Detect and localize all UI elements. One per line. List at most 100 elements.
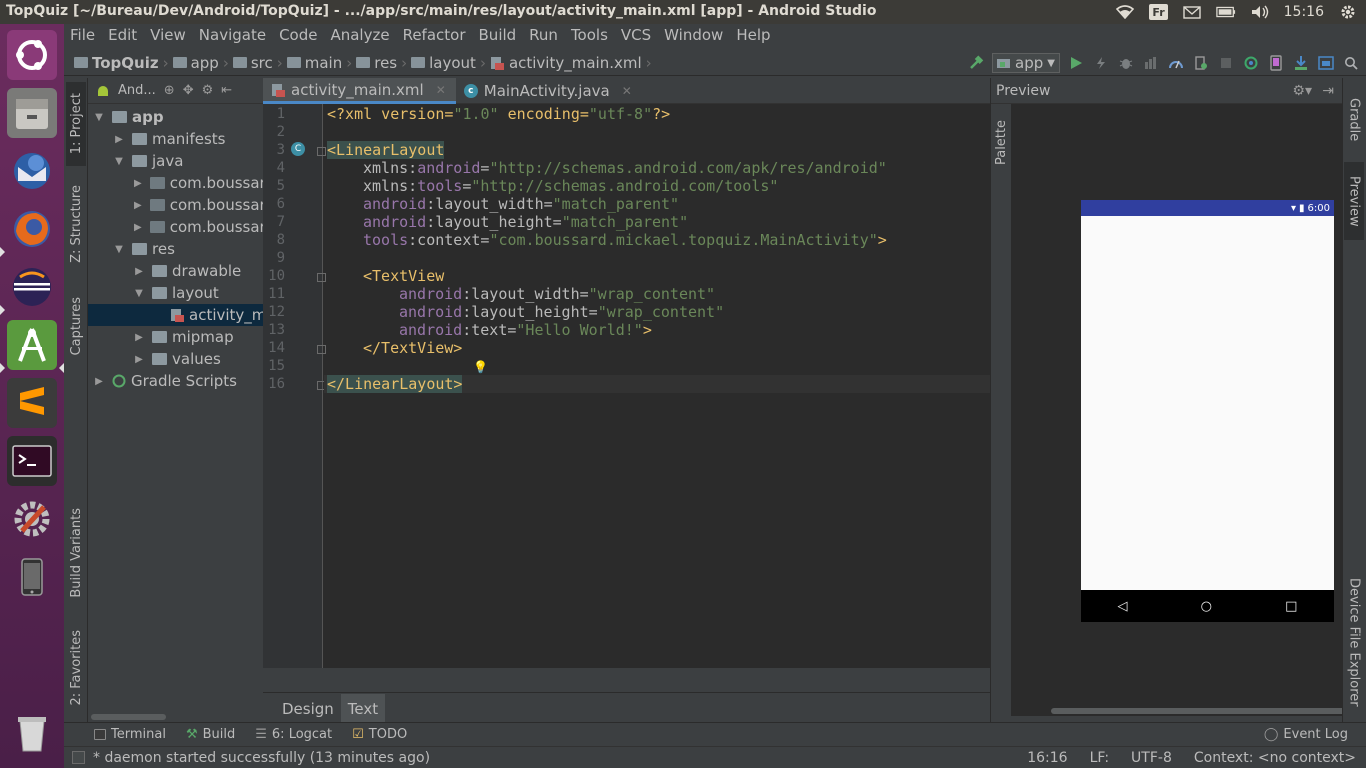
tab-preview[interactable]: Preview [1344,162,1364,240]
menu-refactor[interactable]: Refactor [403,26,466,44]
tool-windows-toggle[interactable] [72,751,85,764]
tree-item-app[interactable]: ▼ app [88,106,263,128]
trash-icon[interactable] [7,708,57,758]
apply-changes-icon[interactable] [1092,54,1110,72]
lightbulb-icon[interactable]: 💡 [473,360,488,374]
todo-tool-button[interactable]: ☑ TODO [352,727,407,742]
terminal-tool-button[interactable]: Terminal [94,727,166,742]
profile-icon[interactable] [1167,54,1185,72]
hide-icon[interactable]: ⇥ [1322,83,1334,99]
project-view-selector[interactable]: And... [118,83,156,98]
battery-icon[interactable] [1215,4,1236,20]
breadcrumb-main[interactable]: main › [286,54,352,72]
menu-window[interactable]: Window [664,26,723,44]
hide-icon[interactable]: ⇤ [221,83,232,98]
clock[interactable]: 15:16 [1284,4,1324,20]
tab-text[interactable]: Text [340,693,386,724]
menu-tools[interactable]: Tools [571,26,608,44]
tree-item-activity-main[interactable]: activity_ma [88,304,263,326]
menu-vcs[interactable]: VCS [621,26,651,44]
fold-marker-icon[interactable] [317,345,326,354]
close-icon[interactable]: ✕ [436,83,446,97]
tree-item-res[interactable]: ▼ res [88,238,263,260]
run-config-select[interactable]: app ▼ [992,53,1060,73]
project-scrollbar[interactable] [91,714,166,720]
files-icon[interactable] [7,88,57,138]
sdk-manager-icon[interactable] [1292,54,1310,72]
ubuntu-dash-icon[interactable] [7,30,57,80]
build-tool-button[interactable]: ⚒ Build [186,727,235,742]
settings-gear-icon[interactable] [1338,4,1358,20]
tree-item-gradle-scripts[interactable]: ▶ Gradle Scripts [88,370,263,392]
debug-icon[interactable] [1117,54,1135,72]
sync-gradle-icon[interactable] [1242,54,1260,72]
breadcrumb-app[interactable]: app › [172,54,229,72]
attach-debugger-icon[interactable] [1192,54,1210,72]
avd-manager-icon[interactable] [1267,54,1285,72]
tab-build-variants[interactable]: Build Variants [66,498,86,608]
gear-icon[interactable]: ⚙ [202,83,214,98]
tree-item-package[interactable]: ▶com.boussard [88,172,263,194]
menu-build[interactable]: Build [479,26,517,44]
breadcrumb-res[interactable]: res › [356,54,407,72]
firefox-icon[interactable] [7,204,57,254]
fold-marker-icon[interactable] [317,147,326,156]
volume-icon[interactable] [1250,4,1270,20]
tree-item-drawable[interactable]: ▶ drawable [88,260,263,282]
search-icon[interactable] [1342,54,1360,72]
tree-item-java[interactable]: ▼ java [88,150,263,172]
tree-item-layout[interactable]: ▼ layout [88,282,263,304]
line-separator[interactable]: LF: [1090,750,1109,766]
breadcrumb-project[interactable]: TopQuiz › [74,54,169,72]
system-settings-icon[interactable] [7,494,57,544]
tab-structure[interactable]: Z: Structure [66,178,86,270]
tab-design[interactable]: Design [275,694,341,724]
class-reference-icon[interactable]: C [291,142,305,156]
collapse-icon[interactable]: ✥ [183,83,194,98]
tab-gradle[interactable]: Gradle [1344,84,1364,156]
wifi-icon[interactable] [1115,4,1135,20]
gear-icon[interactable]: ⚙▾ [1292,83,1312,99]
eclipse-icon[interactable] [7,262,57,312]
phone-icon[interactable] [7,552,57,602]
tab-palette[interactable]: Palette [991,112,1011,174]
breadcrumb-src[interactable]: src › [232,54,283,72]
preview-scrollbar[interactable] [1051,708,1349,714]
file-encoding[interactable]: UTF-8 [1131,750,1172,766]
sublime-text-icon[interactable] [7,378,57,428]
keyboard-layout-indicator[interactable]: Fr [1149,4,1168,20]
thunderbird-icon[interactable] [7,146,57,196]
coverage-icon[interactable] [1142,54,1160,72]
preview-canvas[interactable]: ▾ ▮ 6:00 ◁ ○ □ [1011,104,1349,716]
run-play-icon[interactable] [1067,54,1085,72]
tree-item-package[interactable]: ▶com.boussard [88,216,263,238]
make-project-hammer-icon[interactable] [967,54,985,72]
code-editor[interactable]: 1 2 3 4 5 6 7 8 9 10 11 12 13 14 15 16 C… [263,104,990,668]
menu-file[interactable]: File [70,26,95,44]
menu-help[interactable]: Help [736,26,770,44]
tab-main-activity-java[interactable]: c MainActivity.java ✕ [456,78,642,104]
context-indicator[interactable]: Context: <no context> [1194,750,1356,766]
tree-item-manifests[interactable]: ▶ manifests [88,128,263,150]
terminal-icon[interactable] [7,436,57,486]
menu-code[interactable]: Code [279,26,317,44]
breadcrumb-file[interactable]: activity_main.xml › [490,54,652,72]
menu-navigate[interactable]: Navigate [199,26,266,44]
menu-run[interactable]: Run [529,26,558,44]
logcat-tool-button[interactable]: ☰ 6: Logcat [255,727,332,742]
mail-icon[interactable] [1182,4,1202,20]
menu-view[interactable]: View [150,26,186,44]
tree-item-package[interactable]: ▶com.boussard [88,194,263,216]
tab-device-file-explorer[interactable]: Device File Explorer [1344,568,1364,716]
tab-project[interactable]: 1: Project [66,82,86,166]
menu-edit[interactable]: Edit [108,26,137,44]
tab-captures[interactable]: Captures [66,286,86,366]
stop-icon[interactable] [1217,54,1235,72]
tree-item-mipmap[interactable]: ▶ mipmap [88,326,263,348]
android-studio-icon[interactable] [7,320,57,370]
tree-item-values[interactable]: ▶ values [88,348,263,370]
menu-analyze[interactable]: Analyze [330,26,389,44]
caret-position[interactable]: 16:16 [1027,750,1067,766]
close-icon[interactable]: ✕ [622,84,632,98]
sync-icon[interactable]: ⊕ [164,83,175,98]
